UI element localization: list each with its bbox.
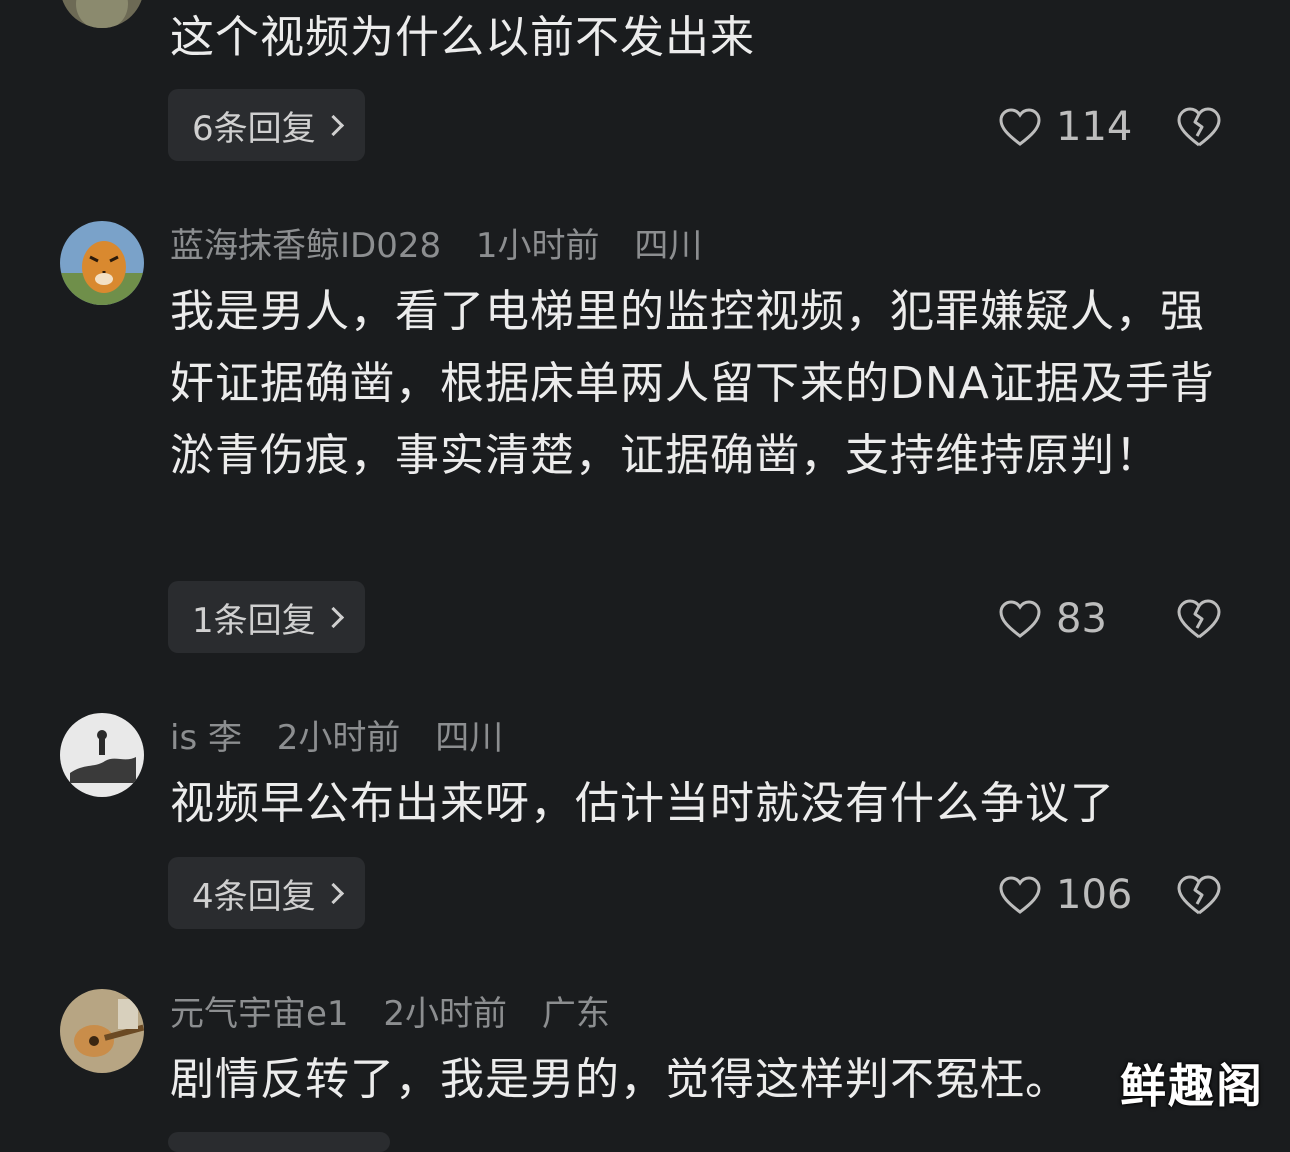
heart-outline-icon [999, 876, 1041, 914]
chevron-right-icon [322, 114, 344, 136]
comment-meta: 元气宇宙e1 2小时前 广东 [170, 994, 634, 1034]
view-replies-button[interactable] [168, 1132, 390, 1152]
location: 四川 [435, 718, 504, 758]
timestamp: 1小时前 [475, 226, 600, 266]
dislike-button[interactable] [1176, 598, 1222, 640]
avatar[interactable] [60, 221, 144, 305]
view-replies-button[interactable]: 1条回复 [168, 581, 365, 653]
like-button[interactable]: 114 [998, 104, 1132, 150]
broken-heart-icon [1177, 107, 1221, 147]
comment-text: 我是男人，看了电梯里的监控视频，犯罪嫌疑人，强奸证据确凿，根据床单两人留下来的D… [170, 286, 1215, 481]
heart-outline-icon [999, 108, 1041, 146]
chevron-right-icon [322, 882, 344, 904]
comment-meta: 蓝海抹香鲸ID028 1小时前 四川 [170, 226, 726, 266]
like-count: 83 [1056, 596, 1107, 642]
timestamp: 2小时前 [276, 718, 401, 758]
like-count: 114 [1056, 104, 1133, 150]
heart-outline-icon [999, 600, 1041, 638]
timestamp: 2小时前 [383, 994, 508, 1034]
like-button[interactable]: 83 [998, 596, 1107, 642]
dislike-button[interactable] [1176, 874, 1222, 916]
comment-text: 这个视频为什么以前不发出来 [170, 12, 755, 63]
watermark: 鲜趣阁 [1120, 1059, 1264, 1113]
username[interactable]: is 李 [170, 718, 242, 758]
like-count: 106 [1056, 872, 1133, 918]
comment-text: 视频早公布出来呀，估计当时就没有什么争议了 [170, 778, 1115, 829]
replies-count-label: 4条回复 [192, 876, 316, 917]
location: 广东 [541, 994, 610, 1034]
broken-heart-icon [1177, 875, 1221, 915]
comment-text: 剧情反转了，我是男的，觉得这样判不冤枉。 [170, 1054, 1070, 1105]
username[interactable]: 蓝海抹香鲸ID028 [170, 226, 441, 266]
avatar[interactable] [60, 989, 144, 1073]
replies-count-label: 1条回复 [192, 600, 316, 641]
view-replies-button[interactable]: 4条回复 [168, 857, 365, 929]
chevron-right-icon [322, 606, 344, 628]
view-replies-button[interactable]: 6条回复 [168, 89, 365, 161]
comment-meta: is 李 2小时前 四川 [170, 718, 527, 758]
dislike-button[interactable] [1176, 106, 1222, 148]
broken-heart-icon [1177, 599, 1221, 639]
location: 四川 [634, 226, 703, 266]
like-button[interactable]: 106 [998, 872, 1132, 918]
username[interactable]: 元气宇宙e1 [170, 994, 349, 1034]
avatar[interactable] [60, 713, 144, 797]
avatar[interactable] [60, 0, 144, 28]
replies-count-label: 6条回复 [192, 108, 316, 149]
